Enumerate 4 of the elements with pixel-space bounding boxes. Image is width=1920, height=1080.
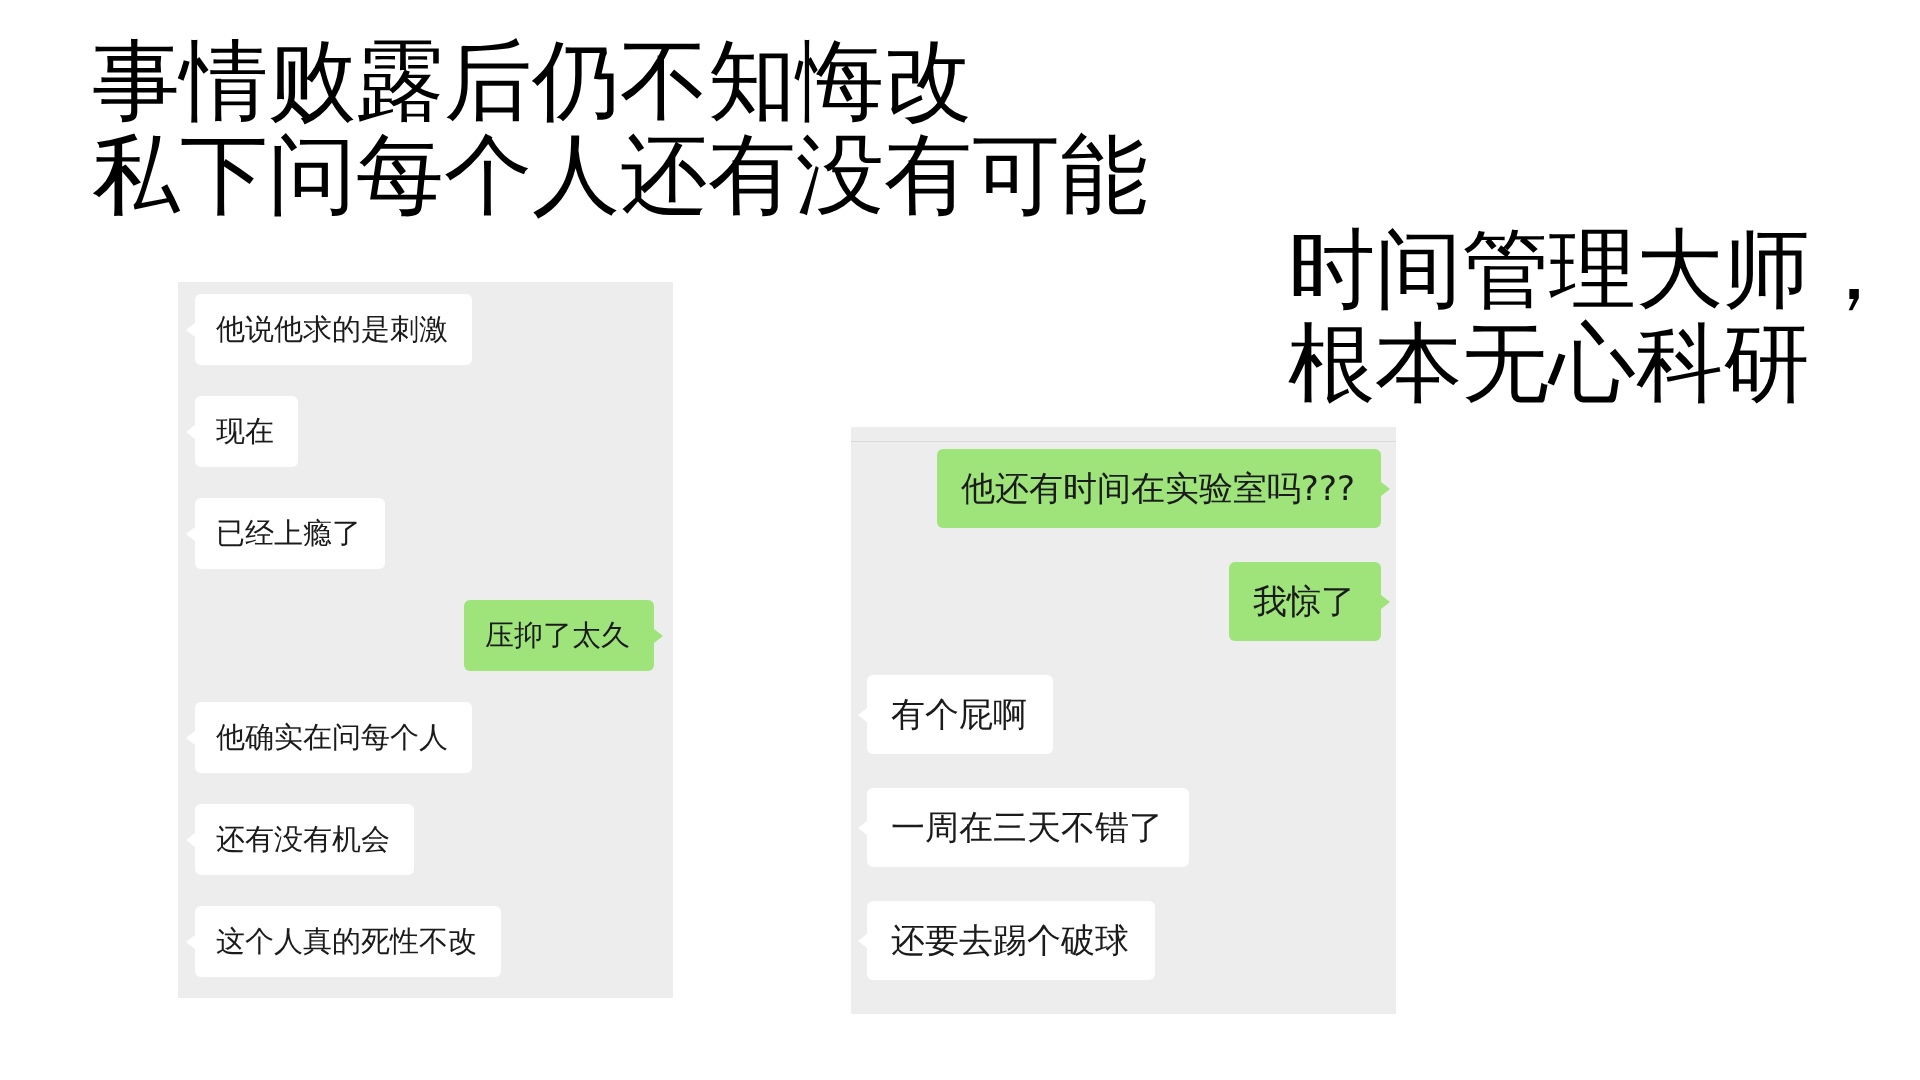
- caption-line: 根本无心科研: [1288, 316, 1810, 410]
- caption-line: 事情败露后仍不知悔改: [92, 34, 972, 128]
- caption-line: 私下问每个人还有没有可能: [92, 128, 1148, 222]
- caption-line: 时间管理大师，: [1288, 222, 1897, 316]
